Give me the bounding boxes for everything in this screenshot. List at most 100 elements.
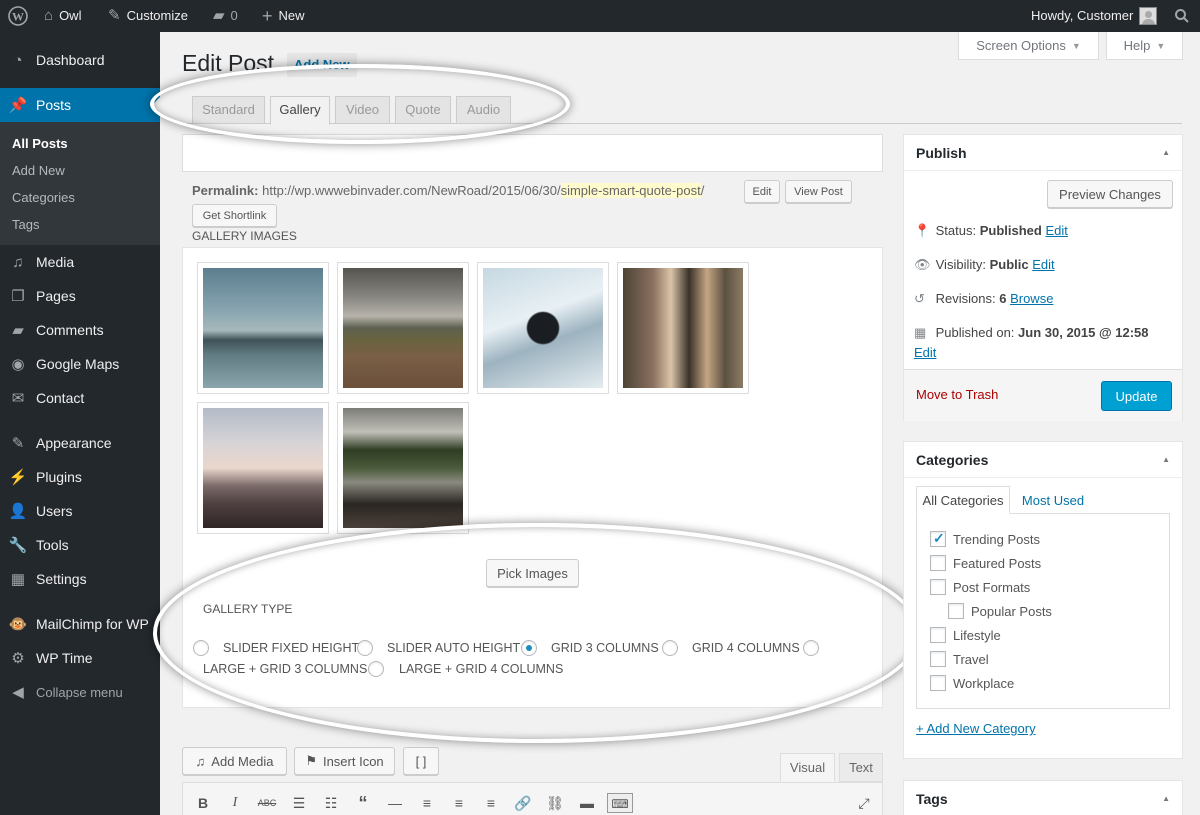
collapse-arrow-icon[interactable]: ▲ — [1162, 781, 1170, 815]
align-right-icon[interactable]: ≡ — [481, 793, 501, 813]
car-in-snow-photo — [483, 268, 603, 388]
gallery-thumbnail[interactable] — [197, 262, 329, 394]
sidebar-item-media[interactable]: ♫ Media — [0, 245, 160, 279]
align-center-icon[interactable]: ≡ — [449, 793, 469, 813]
sidebar-item-settings[interactable]: ▦ Settings — [0, 562, 160, 596]
posts-submenu: All Posts Add New Categories Tags — [0, 122, 160, 245]
category-checkbox[interactable] — [948, 603, 964, 619]
browse-revisions-link[interactable]: Browse — [1010, 291, 1053, 306]
screen-options-button[interactable]: Screen Options ▼ — [958, 32, 1099, 60]
category-checkbox[interactable] — [930, 627, 946, 643]
category-item[interactable]: Popular Posts — [948, 603, 1052, 619]
edit-status-link[interactable]: Edit — [1045, 223, 1067, 238]
tab-all-categories[interactable]: All Categories — [916, 486, 1010, 514]
horizontal-line-icon[interactable]: — — [385, 793, 405, 813]
plugin-icon: ⚡ — [8, 469, 28, 486]
category-checkbox[interactable] — [930, 555, 946, 571]
move-to-trash-link[interactable]: Move to Trash — [916, 387, 998, 402]
read-more-icon[interactable]: ▬ — [577, 793, 597, 813]
user-icon: 👤 — [8, 503, 28, 520]
category-checkbox[interactable] — [930, 579, 946, 595]
sidebar-item-google-maps[interactable]: ◉ Google Maps — [0, 347, 160, 381]
sidebar-item-users[interactable]: 👤 Users — [0, 494, 160, 528]
collapse-menu-button[interactable]: ◀ Collapse menu — [0, 675, 160, 709]
permalink-slug[interactable]: simple-smart-quote-post — [560, 183, 701, 198]
submenu-categories[interactable]: Categories — [12, 190, 75, 205]
submenu-add-new[interactable]: Add New — [12, 163, 65, 178]
category-item[interactable]: Lifestyle — [930, 627, 1001, 643]
sidebar-item-comments[interactable]: ▰ Comments — [0, 313, 160, 347]
italic-icon[interactable]: I — [225, 793, 245, 813]
edit-permalink-button[interactable]: Edit — [744, 180, 780, 203]
sidebar-item-dashboard[interactable]: ◔ Dashboard — [0, 43, 160, 77]
account-menu[interactable]: Howdy, Customer — [1031, 0, 1158, 32]
update-button[interactable]: Update — [1101, 381, 1172, 411]
sidebar-item-mailchimp[interactable]: 🐵 MailChimp for WP — [0, 607, 160, 641]
add-media-button[interactable]: ♫ Add Media — [182, 747, 287, 775]
collapse-arrow-icon[interactable]: ▲ — [1162, 135, 1170, 171]
comment-bubble-icon: ▰ — [213, 7, 225, 24]
moor-photo — [343, 268, 463, 388]
category-item[interactable]: Featured Posts — [930, 555, 1041, 571]
submenu-all-posts[interactable]: All Posts — [12, 136, 68, 151]
edit-date-link[interactable]: Edit — [914, 345, 936, 360]
sidebar-item-wp-time[interactable]: ⚙ WP Time — [0, 641, 160, 675]
category-checkbox[interactable] — [930, 675, 946, 691]
gallery-thumbnail[interactable] — [477, 262, 609, 394]
tab-text[interactable]: Text — [839, 753, 883, 782]
gallery-thumbnail[interactable] — [617, 262, 749, 394]
shortcode-button[interactable]: [ ] — [403, 747, 439, 775]
unlink-icon[interactable]: ⛓ — [545, 793, 565, 813]
new-content-link[interactable]: + New — [262, 0, 305, 32]
get-shortlink-button[interactable]: Get Shortlink — [192, 204, 277, 227]
gallery-thumbnail[interactable] — [197, 402, 329, 534]
view-post-button[interactable]: View Post — [785, 180, 852, 203]
category-item[interactable]: Post Formats — [930, 579, 1030, 595]
sidebar-item-tools[interactable]: 🔧 Tools — [0, 528, 160, 562]
gallery-thumbnail[interactable] — [337, 262, 469, 394]
add-new-category-link[interactable]: + Add New Category — [916, 721, 1036, 736]
fullscreen-icon[interactable]: ⤢ — [854, 793, 874, 813]
pushpin-icon: 📌 — [8, 97, 28, 114]
mailchimp-icon: 🐵 — [8, 616, 28, 633]
category-item[interactable]: Travel — [930, 651, 989, 667]
help-button[interactable]: Help ▼ — [1106, 32, 1183, 60]
sidebar-item-plugins[interactable]: ⚡ Plugins — [0, 460, 160, 494]
caret-down-icon: ▼ — [1071, 40, 1081, 51]
bold-icon[interactable]: B — [193, 793, 213, 813]
sidebar-item-appearance[interactable]: ✎ Appearance — [0, 426, 160, 460]
tags-box-header[interactable]: Tags ▲ — [904, 781, 1182, 815]
collapse-arrow-icon[interactable]: ▲ — [1162, 442, 1170, 478]
sidebar-item-posts[interactable]: 📌 Posts — [0, 88, 160, 122]
align-left-icon[interactable]: ≡ — [417, 793, 437, 813]
comments-link[interactable]: ▰ 0 — [213, 0, 238, 32]
toolbar-toggle-icon[interactable]: ⌨ — [607, 793, 633, 813]
blockquote-icon[interactable]: “ — [353, 793, 373, 813]
tab-visual[interactable]: Visual — [780, 753, 835, 782]
tab-most-used[interactable]: Most Used — [1014, 486, 1092, 514]
insert-icon-button[interactable]: ⚑ Insert Icon — [294, 747, 395, 775]
wordpress-logo-icon[interactable]: W — [8, 0, 28, 32]
admin-bar: W ⌂ Owl ✎ Customize ▰ 0 + New Howdy, Cus… — [0, 0, 1200, 32]
gallery-thumbnail[interactable] — [337, 402, 469, 534]
category-item[interactable]: Trending Posts — [930, 530, 1040, 547]
search-icon[interactable] — [1174, 0, 1190, 32]
customize-link[interactable]: ✎ Customize — [108, 0, 188, 32]
strikethrough-icon[interactable]: ABC — [257, 793, 277, 813]
submenu-tags[interactable]: Tags — [12, 217, 39, 232]
publish-box-header[interactable]: Publish ▲ — [904, 135, 1182, 171]
numbered-list-icon[interactable]: ☷ — [321, 793, 341, 813]
category-item[interactable]: Workplace — [930, 675, 1014, 691]
sidebar-item-pages[interactable]: ❐ Pages — [0, 279, 160, 313]
edit-visibility-link[interactable]: Edit — [1032, 257, 1054, 272]
svg-text:W: W — [12, 10, 24, 24]
site-name-link[interactable]: ⌂ Owl — [44, 0, 81, 32]
categories-box-header[interactable]: Categories ▲ — [904, 442, 1182, 478]
sidebar-item-contact[interactable]: ✉ Contact — [0, 381, 160, 415]
link-icon[interactable]: 🔗 — [513, 793, 533, 813]
category-checkbox[interactable] — [930, 530, 946, 547]
bullet-list-icon[interactable]: ☰ — [289, 793, 309, 813]
preview-changes-button[interactable]: Preview Changes — [1047, 180, 1173, 208]
category-checkbox[interactable] — [930, 651, 946, 667]
plus-icon: + — [262, 6, 273, 26]
